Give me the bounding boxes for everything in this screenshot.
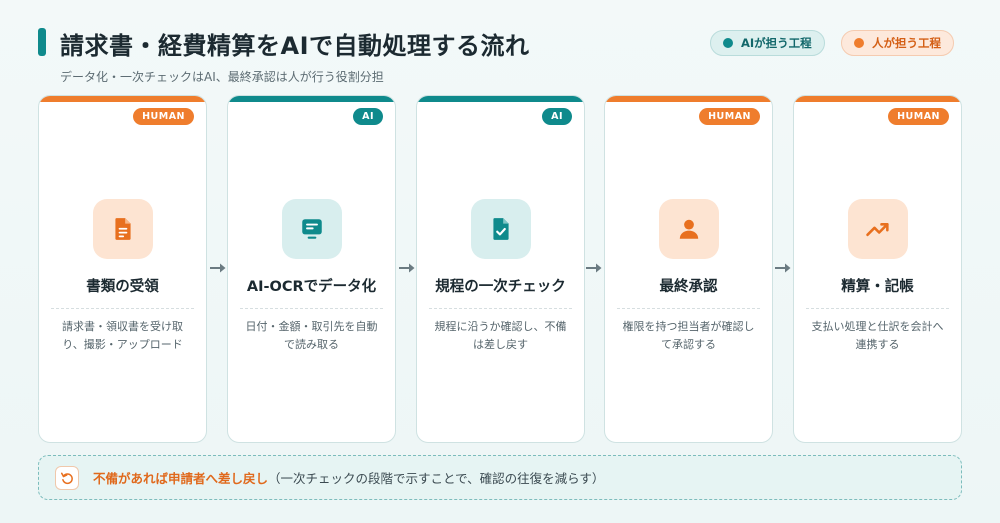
page-title: 請求書・経費精算をAIで自動処理する流れ — [60, 32, 530, 60]
step-title: 精算・記帳 — [841, 279, 914, 295]
person-icon — [679, 219, 699, 239]
step-icon-box — [282, 199, 342, 259]
step-card-settlement: HUMAN 精算・記帳 支払い処理と仕訳を会計へ連携する — [793, 95, 962, 443]
human-badge: HUMAN — [888, 108, 949, 125]
card-top-bar — [39, 96, 206, 102]
step-title: AI-OCRでデータ化 — [246, 279, 377, 295]
arrow-right-icon — [210, 263, 226, 273]
divider — [51, 308, 194, 309]
step-description: 支払い処理と仕訳を会計へ連携する — [811, 320, 944, 351]
step-title: 規程の一次チェック — [435, 279, 566, 295]
page-subtitle: データ化・一次チェックはAI、最終承認は人が行う役割分担 — [60, 70, 384, 84]
card-top-bar — [417, 96, 584, 102]
divider — [240, 308, 383, 309]
ai-badge: AI — [353, 108, 383, 125]
step-description: 規程に沿うか確認し、不備は差し戻す — [434, 320, 567, 351]
card-top-bar — [794, 96, 961, 102]
step-description: 日付・金額・取引先を自動で読み取る — [245, 320, 378, 351]
arrow-right-icon — [399, 263, 415, 273]
human-badge: HUMAN — [699, 108, 760, 125]
step-icon-box — [659, 199, 719, 259]
scan-text-icon — [302, 219, 322, 239]
human-dot-icon — [854, 38, 864, 48]
document-icon — [115, 218, 131, 240]
step-card-ocr: AI AI-OCRでデータ化 日付・金額・取引先を自動で読み取る — [227, 95, 396, 443]
undo-icon — [60, 472, 73, 484]
note-icon-box — [55, 465, 79, 490]
file-check-icon — [493, 218, 509, 240]
step-icon-box — [848, 199, 908, 259]
step-card-receive: HUMAN 書類の受領 請求書・領収書を受け取り、撮影・アップロード — [38, 95, 207, 443]
legend-human-label: 人が担う工程 — [872, 36, 941, 50]
divider — [429, 308, 572, 309]
step-title: 書類の受領 — [86, 279, 159, 295]
divider — [617, 308, 760, 309]
note-highlight: 不備があれば申請者へ差し戻し — [93, 471, 269, 486]
title-accent-bar — [38, 28, 46, 56]
note-text: （一次チェックの段階で示すことで、確認の往復を減らす） — [268, 471, 605, 486]
divider — [806, 308, 949, 309]
trending-up-icon — [866, 223, 889, 237]
step-card-check: AI 規程の一次チェック 規程に沿うか確認し、不備は差し戻す — [416, 95, 585, 443]
arrow-right-icon — [775, 263, 791, 273]
step-icon-box — [471, 199, 531, 259]
step-description: 権限を持つ担当者が確認して承認する — [622, 320, 755, 351]
legend-ai-label: AIが担う工程 — [741, 36, 812, 50]
legend-ai: AIが担う工程 — [710, 30, 825, 56]
legend-human: 人が担う工程 — [841, 30, 954, 56]
step-title: 最終承認 — [659, 279, 718, 295]
step-icon-box — [93, 199, 153, 259]
ai-badge: AI — [542, 108, 572, 125]
ai-dot-icon — [723, 38, 733, 48]
human-badge: HUMAN — [133, 108, 194, 125]
card-top-bar — [605, 96, 772, 102]
step-description: 請求書・領収書を受け取り、撮影・アップロード — [62, 320, 183, 351]
return-note: 不備があれば申請者へ差し戻し （一次チェックの段階で示すことで、確認の往復を減ら… — [38, 455, 962, 500]
card-top-bar — [228, 96, 395, 102]
arrow-right-icon — [586, 263, 602, 273]
step-card-approval: HUMAN 最終承認 権限を持つ担当者が確認して承認する — [604, 95, 773, 443]
